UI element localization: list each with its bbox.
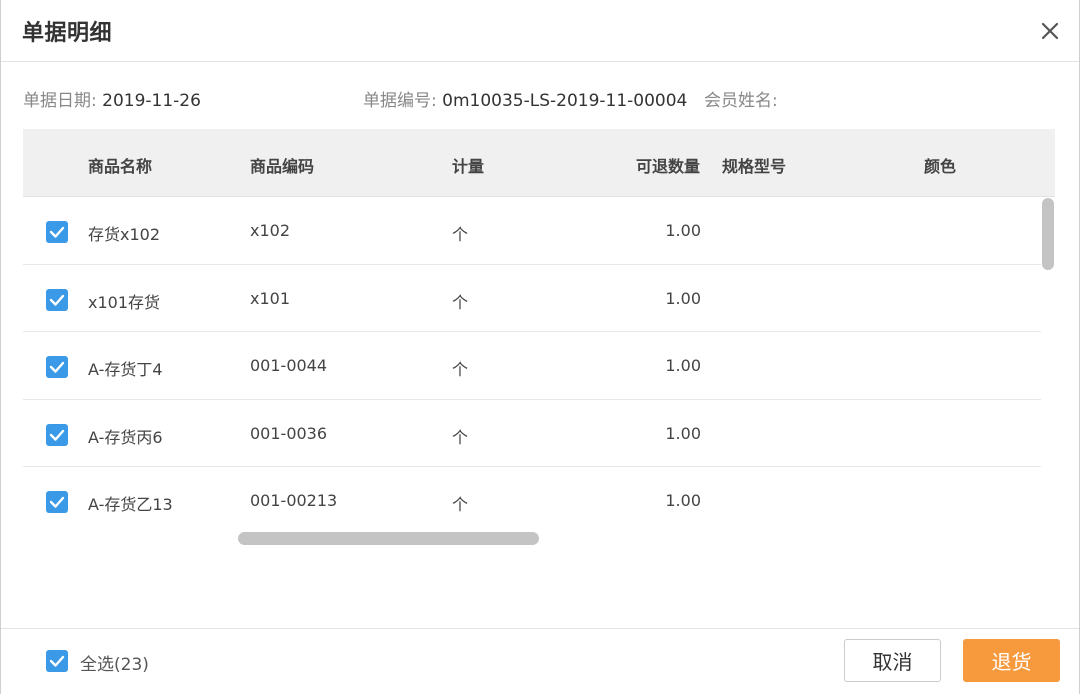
member-name: 会员姓名:: [704, 86, 778, 111]
bill-number-label: 单据编号:: [363, 91, 437, 111]
cell-unit: 个: [452, 360, 469, 379]
bill-date-value: 2019-11-26: [102, 91, 201, 111]
cell-code: x101: [250, 288, 291, 308]
column-header-spec: 规格型号: [722, 157, 787, 176]
select-all-checkbox[interactable]: [46, 650, 68, 672]
cell-unit: 个: [452, 495, 469, 514]
bill-date-label: 单据日期:: [23, 91, 97, 111]
checkmark-icon: [49, 429, 65, 441]
row-checkbox[interactable]: [46, 221, 68, 243]
table-row[interactable]: x101存货 x101 个 1.00: [23, 265, 1041, 332]
table-row[interactable]: A-存货丙6 001-0036 个 1.00: [23, 400, 1041, 467]
dialog-title: 单据明细: [22, 21, 113, 46]
return-goods-button[interactable]: 退货: [963, 639, 1060, 682]
cell-name: 存货x102: [88, 225, 161, 244]
close-icon: [1041, 22, 1059, 40]
table-row[interactable]: A-存货乙13 001-00213 个 1.00: [23, 467, 1041, 535]
column-header-returnable-qty: 可退数量: [636, 157, 701, 176]
table-body: 存货x102 x102 个 1.00 x101存货 x101 个 1.00 A-…: [23, 197, 1041, 535]
cell-code: x102: [250, 221, 291, 240]
dialog-header: 单据明细: [1, 0, 1079, 62]
cell-qty: 1.00: [665, 356, 701, 375]
cell-unit: 个: [452, 225, 469, 244]
table-row[interactable]: 存货x102 x102 个 1.00: [23, 197, 1041, 265]
column-header-name: 商品名称: [88, 157, 153, 176]
cell-code: 001-0044: [250, 356, 328, 375]
bill-detail-dialog: 单据明细 单据日期: 2019-11-26 单据编号: 0m10035-LS-2…: [0, 0, 1080, 694]
cell-name: x101存货: [88, 292, 161, 312]
cell-name: A-存货丙6: [88, 427, 163, 447]
checkmark-icon: [49, 655, 65, 667]
bill-info-row: 单据日期: 2019-11-26 单据编号: 0m10035-LS-2019-1…: [1, 86, 1079, 112]
table-row[interactable]: A-存货丁4 001-0044 个 1.00: [23, 332, 1041, 400]
detail-table: 商品名称 商品编码 计量 可退数量 规格型号 颜色 存货x102 x102 个 …: [23, 129, 1055, 549]
cell-qty: 1.00: [665, 221, 701, 240]
cell-code: 001-00213: [250, 491, 338, 510]
cancel-button[interactable]: 取消: [844, 639, 941, 682]
cell-unit: 个: [452, 292, 469, 312]
row-checkbox[interactable]: [46, 491, 68, 513]
vertical-scrollbar[interactable]: [1042, 198, 1054, 270]
cell-name: A-存货丁4: [88, 360, 163, 379]
checkmark-icon: [49, 496, 65, 508]
cell-unit: 个: [452, 427, 469, 447]
table-header: 商品名称 商品编码 计量 可退数量 规格型号 颜色: [23, 129, 1055, 197]
row-checkbox[interactable]: [46, 288, 68, 311]
cell-qty: 1.00: [665, 288, 701, 308]
checkmark-icon: [49, 361, 65, 373]
bill-number-value: 0m10035-LS-2019-11-00004: [442, 91, 688, 111]
row-checkbox[interactable]: [46, 423, 68, 446]
checkmark-icon: [49, 294, 65, 306]
checkmark-icon: [49, 226, 65, 238]
select-all-label[interactable]: 全选(23): [80, 650, 149, 675]
cell-qty: 1.00: [665, 423, 701, 443]
column-header-color: 颜色: [924, 157, 957, 176]
horizontal-scrollbar[interactable]: [238, 532, 539, 545]
cell-code: 001-0036: [250, 423, 328, 443]
cell-name: A-存货乙13: [88, 495, 173, 514]
column-header-code: 商品编码: [250, 157, 315, 176]
cell-qty: 1.00: [665, 491, 701, 510]
member-name-label: 会员姓名:: [704, 91, 778, 111]
column-header-unit: 计量: [452, 157, 485, 176]
row-checkbox[interactable]: [46, 356, 68, 378]
bill-date: 单据日期: 2019-11-26: [23, 86, 201, 111]
bill-number: 单据编号: 0m10035-LS-2019-11-00004: [363, 86, 687, 111]
dialog-footer: 全选(23) 取消 退货: [1, 628, 1079, 694]
close-button[interactable]: [1037, 18, 1063, 44]
